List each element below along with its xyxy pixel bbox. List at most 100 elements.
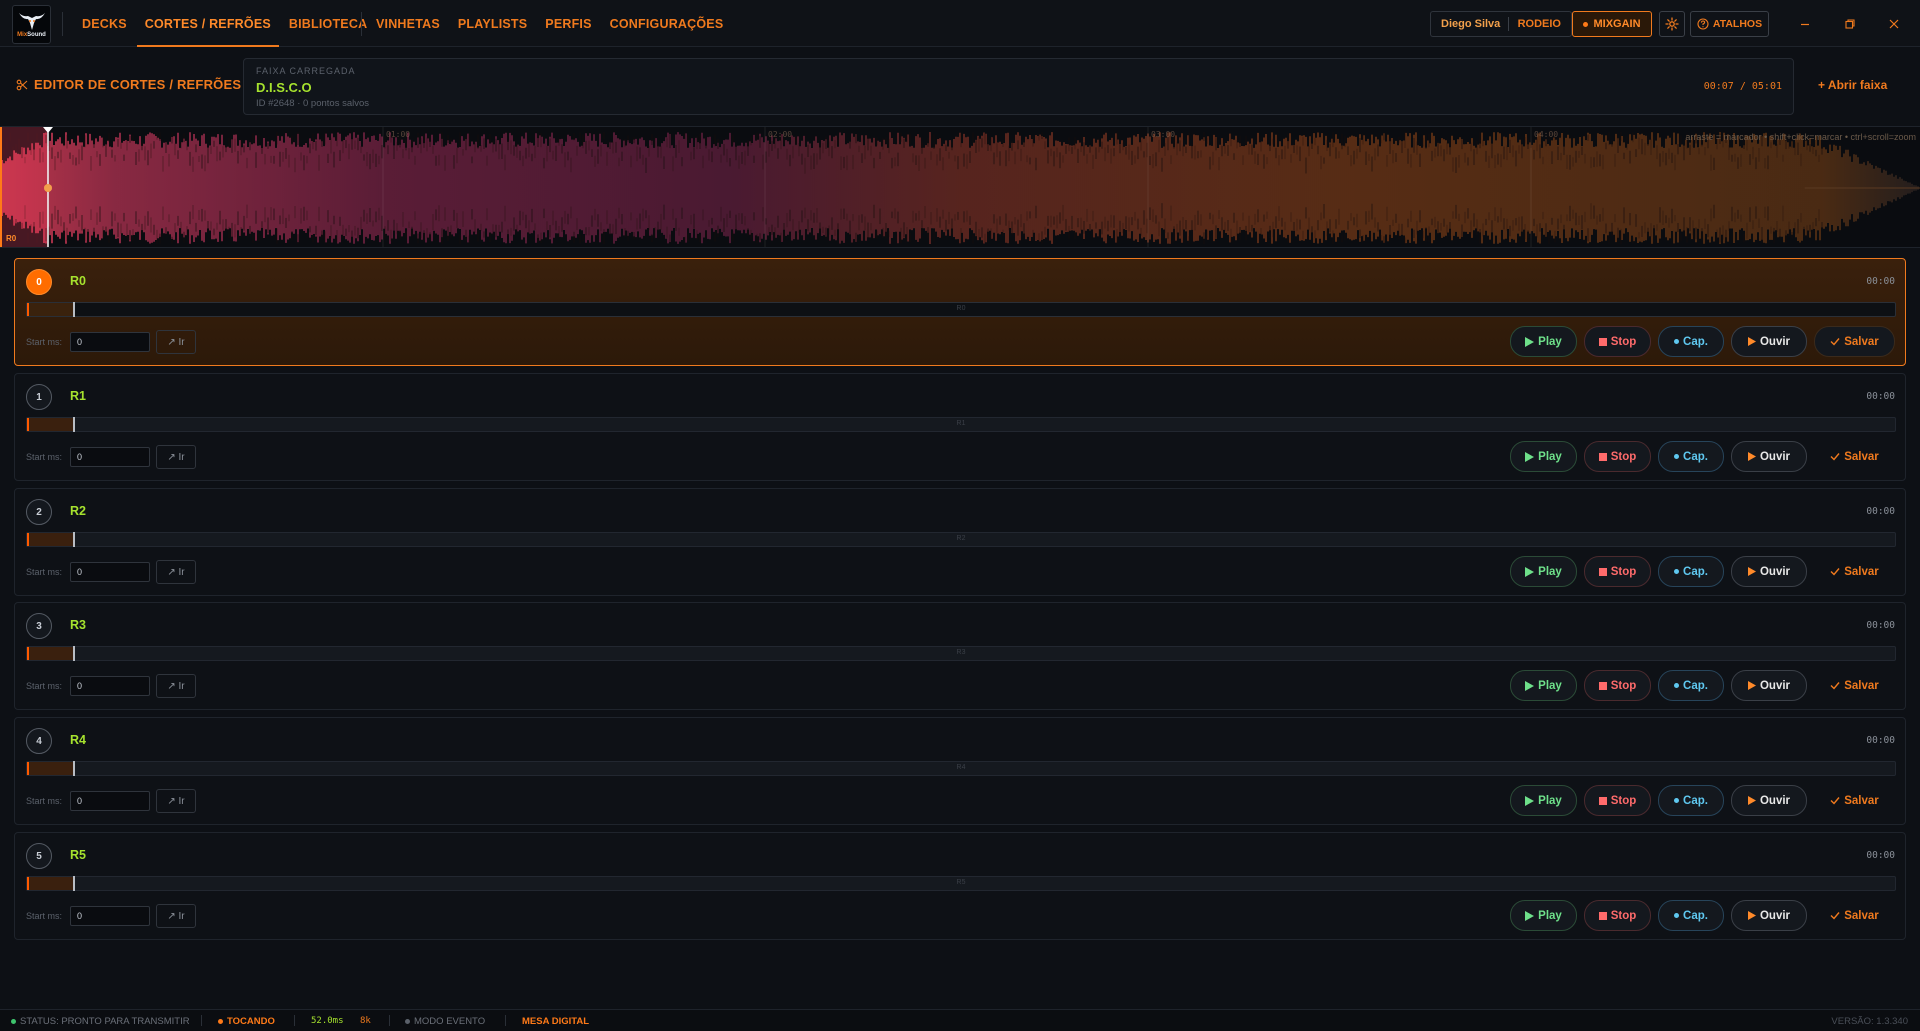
nav-configuracoes[interactable]: CONFIGURAÇÕES bbox=[610, 0, 724, 47]
cut-mini-timeline[interactable]: R3 bbox=[26, 646, 1896, 661]
cut-index-badge[interactable]: 4 bbox=[26, 728, 52, 754]
nav-vinhetas[interactable]: VINHETAS bbox=[376, 0, 440, 47]
listen-button[interactable]: Ouvir bbox=[1731, 441, 1807, 472]
stop-button[interactable]: Stop bbox=[1584, 900, 1651, 931]
stop-button[interactable]: Stop bbox=[1584, 326, 1651, 357]
app-logo[interactable]: MixSound bbox=[12, 5, 51, 44]
stop-button[interactable]: Stop bbox=[1584, 441, 1651, 472]
listen-button[interactable]: Ouvir bbox=[1731, 900, 1807, 931]
save-label: Salvar bbox=[1844, 679, 1879, 692]
cut-mini-timeline[interactable]: R0 bbox=[26, 302, 1896, 317]
capture-button[interactable]: Cap. bbox=[1658, 326, 1724, 357]
go-button[interactable]: ↗ Ir bbox=[156, 674, 196, 698]
capture-button[interactable]: Cap. bbox=[1658, 670, 1724, 701]
save-button[interactable]: Salvar bbox=[1814, 670, 1895, 701]
capture-button[interactable]: Cap. bbox=[1658, 785, 1724, 816]
start-ms-label: Start ms: bbox=[26, 681, 63, 691]
cut-mini-timeline[interactable]: R4 bbox=[26, 761, 1896, 776]
cut-card[interactable]: 3 R3 00:00 R3 Start ms: ↗ Ir Play Stop Cap. Ouvir… bbox=[14, 602, 1906, 710]
start-ms-input[interactable] bbox=[70, 791, 150, 811]
cut-card[interactable]: 0 R0 00:00 R0 Start ms: ↗ Ir Play Stop Cap. Ouvir… bbox=[14, 258, 1906, 366]
minimize-button[interactable] bbox=[1795, 14, 1815, 34]
cut-range-fill bbox=[27, 303, 74, 316]
open-track-button[interactable]: + Abrir faixa bbox=[1818, 78, 1887, 92]
capture-button[interactable]: Cap. bbox=[1658, 556, 1724, 587]
waveform-canvas[interactable]: 01:00 02:00 03:00 04:00 bbox=[0, 127, 1920, 248]
check-icon bbox=[1830, 682, 1840, 690]
mixgain-button[interactable]: MIXGAIN bbox=[1572, 11, 1652, 37]
cut-mini-timeline[interactable]: R5 bbox=[26, 876, 1896, 891]
nav-perfis[interactable]: PERFIS bbox=[545, 0, 591, 47]
listen-button[interactable]: Ouvir bbox=[1731, 556, 1807, 587]
settings-button[interactable] bbox=[1659, 11, 1685, 37]
save-button[interactable]: Salvar bbox=[1814, 785, 1895, 816]
go-button[interactable]: ↗ Ir bbox=[156, 789, 196, 813]
nav-divider bbox=[62, 12, 63, 36]
cut-index-badge[interactable]: 2 bbox=[26, 499, 52, 525]
cut-index-badge[interactable]: 1 bbox=[26, 384, 52, 410]
mode-label: RODEIO bbox=[1517, 18, 1561, 30]
play-button[interactable]: Play bbox=[1510, 326, 1577, 357]
play-button[interactable]: Play bbox=[1510, 670, 1577, 701]
play-button[interactable]: Play bbox=[1510, 556, 1577, 587]
status-divider bbox=[389, 1015, 390, 1026]
listen-label: Ouvir bbox=[1759, 565, 1791, 578]
save-button[interactable]: Salvar bbox=[1814, 900, 1895, 931]
cut-time: 00:00 bbox=[1866, 506, 1895, 517]
nav-decks[interactable]: DECKS bbox=[82, 0, 127, 47]
shortcuts-button[interactable]: ATALHOS bbox=[1690, 11, 1769, 37]
play-button[interactable]: Play bbox=[1510, 441, 1577, 472]
go-button[interactable]: ↗ Ir bbox=[156, 330, 196, 354]
stop-button[interactable]: Stop bbox=[1584, 556, 1651, 587]
cut-mini-timeline[interactable]: R1 bbox=[26, 417, 1896, 432]
cut-mini-timeline[interactable]: R2 bbox=[26, 532, 1896, 547]
save-button[interactable]: Salvar bbox=[1814, 441, 1895, 472]
cut-cursor[interactable] bbox=[73, 302, 75, 317]
stop-button[interactable]: Stop bbox=[1584, 670, 1651, 701]
cut-cursor[interactable] bbox=[73, 646, 75, 661]
cut-card[interactable]: 2 R2 00:00 R2 Start ms: ↗ Ir Play Stop Cap. Ouvir… bbox=[14, 488, 1906, 596]
go-button[interactable]: ↗ Ir bbox=[156, 560, 196, 584]
cut-index-badge[interactable]: 0 bbox=[26, 269, 52, 295]
play-icon bbox=[1525, 795, 1535, 806]
cut-card[interactable]: 4 R4 00:00 R4 Start ms: ↗ Ir Play Stop Cap. Ouvir… bbox=[14, 717, 1906, 825]
start-ms-input[interactable] bbox=[70, 332, 150, 352]
close-button[interactable] bbox=[1884, 14, 1904, 34]
save-button[interactable]: Salvar bbox=[1814, 326, 1895, 357]
nav-playlists[interactable]: PLAYLISTS bbox=[458, 0, 527, 47]
play-button[interactable]: Play bbox=[1510, 900, 1577, 931]
cut-index-badge[interactable]: 5 bbox=[26, 843, 52, 869]
cut-cursor[interactable] bbox=[73, 532, 75, 547]
start-ms-input[interactable] bbox=[70, 562, 150, 582]
waveform-panel[interactable]: 01:00 02:00 03:00 04:00 arraste = marcador … bbox=[0, 126, 1920, 248]
start-ms-label: Start ms: bbox=[26, 796, 63, 806]
listen-button[interactable]: Ouvir bbox=[1731, 326, 1807, 357]
cut-index-badge[interactable]: 3 bbox=[26, 613, 52, 639]
listen-button[interactable]: Ouvir bbox=[1731, 785, 1807, 816]
cut-cursor[interactable] bbox=[73, 876, 75, 891]
editor-title: EDITOR DE CORTES / REFRÕES bbox=[16, 77, 241, 92]
cut-card[interactable]: 5 R5 00:00 R5 Start ms: ↗ Ir Play Stop Cap. Ouvir… bbox=[14, 832, 1906, 940]
go-button[interactable]: ↗ Ir bbox=[156, 904, 196, 928]
user-profile-box[interactable]: Diego Silva RODEIO bbox=[1430, 11, 1572, 37]
start-ms-input[interactable] bbox=[70, 906, 150, 926]
cut-card[interactable]: 1 R1 00:00 R1 Start ms: ↗ Ir Play Stop Cap. Ouvir… bbox=[14, 373, 1906, 481]
start-ms-input[interactable] bbox=[70, 676, 150, 696]
start-ms-input[interactable] bbox=[70, 447, 150, 467]
save-button[interactable]: Salvar bbox=[1814, 556, 1895, 587]
track-meta: ID #2648 · 0 pontos salvos bbox=[256, 98, 370, 109]
play-icon bbox=[1525, 451, 1535, 462]
listen-button[interactable]: Ouvir bbox=[1731, 670, 1807, 701]
restore-button[interactable] bbox=[1840, 14, 1860, 34]
nav-cortes-refroes[interactable]: CORTES / REFRÕES bbox=[136, 0, 280, 47]
stop-icon bbox=[1598, 911, 1607, 920]
cut-cursor[interactable] bbox=[73, 417, 75, 432]
cut-cursor[interactable] bbox=[73, 761, 75, 776]
nav-biblioteca[interactable]: BIBLIOTECA bbox=[289, 0, 367, 47]
playhead-knob[interactable] bbox=[44, 184, 52, 192]
capture-button[interactable]: Cap. bbox=[1658, 900, 1724, 931]
capture-button[interactable]: Cap. bbox=[1658, 441, 1724, 472]
go-button[interactable]: ↗ Ir bbox=[156, 445, 196, 469]
stop-button[interactable]: Stop bbox=[1584, 785, 1651, 816]
play-button[interactable]: Play bbox=[1510, 785, 1577, 816]
